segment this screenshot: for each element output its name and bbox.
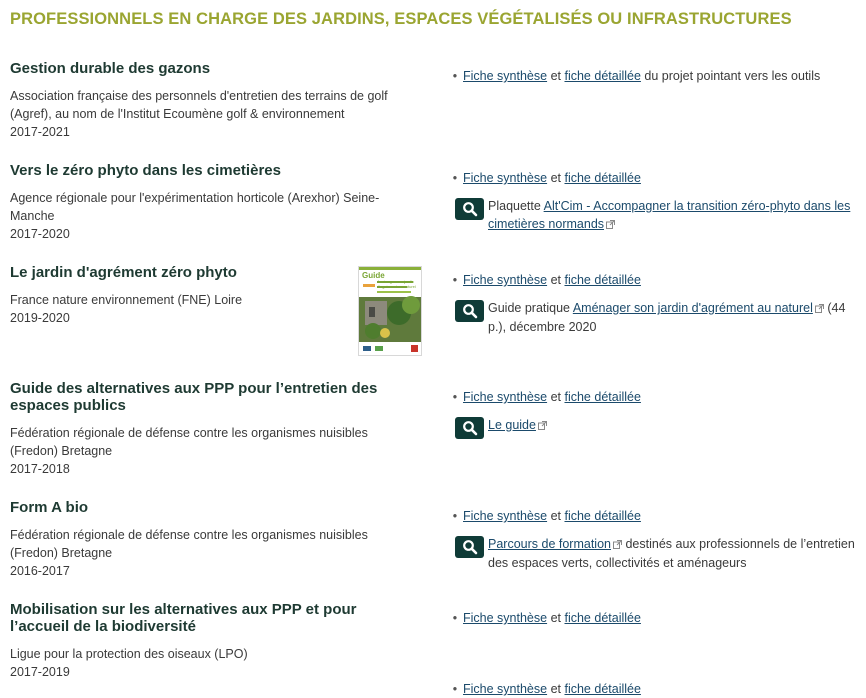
fiche-synthese-link[interactable]: Fiche synthèse xyxy=(463,390,547,404)
fiche-suffix-text: du projet pointant vers les outils xyxy=(644,69,821,83)
external-link-icon xyxy=(814,300,824,318)
project-title: Le jardin d'agrément zéro phyto xyxy=(10,264,237,281)
and-text: et xyxy=(550,611,561,625)
resource-link[interactable]: Aménager son jardin d'agrément au nature… xyxy=(573,301,813,315)
fiche-synthese-link[interactable]: Fiche synthèse xyxy=(463,171,547,185)
external-link-icon xyxy=(537,417,547,435)
bullet-icon: • xyxy=(452,171,458,185)
fiche-detaillee-link[interactable]: fiche détaillée xyxy=(564,390,640,404)
bullet-icon: • xyxy=(452,273,458,287)
fiche-links: • Fiche synthèse et fiche détaillée xyxy=(447,609,857,627)
project-organization: Agence régionale pour l'expérimentation … xyxy=(10,191,380,223)
fiche-links: • Fiche synthèse et fiche détaillée xyxy=(447,271,857,289)
project-organization: France nature environnement (FNE) Loire xyxy=(10,293,243,307)
fiche-detaillee-link[interactable]: fiche détaillée xyxy=(564,611,640,625)
fiche-synthese-link[interactable]: Fiche synthèse xyxy=(463,69,547,83)
resource-item: Parcours de formation destinés aux profe… xyxy=(447,535,857,572)
project-title: Gestion durable des gazons xyxy=(10,60,211,77)
external-link-icon xyxy=(606,216,616,234)
project-organization: Ligue pour la protection des oiseaux (LP… xyxy=(10,647,248,661)
resource-link[interactable]: Le guide xyxy=(488,418,536,432)
fiche-links: • Fiche synthèse et fiche détaillée xyxy=(447,680,857,698)
thumbnail-subtitle: Aménager son jardin d'agrément au nature… xyxy=(377,279,416,289)
and-text: et xyxy=(550,171,561,185)
project-years: 2016-2017 xyxy=(10,564,70,578)
fiche-links: • Fiche synthèse et fiche détaillée xyxy=(447,507,857,525)
fiche-synthese-link[interactable]: Fiche synthèse xyxy=(463,682,547,696)
project-organization: Fédération régionale de défense contre l… xyxy=(10,426,368,458)
bullet-icon: • xyxy=(452,682,458,696)
project-years: 2017-2019 xyxy=(10,665,70,679)
resource-prefix: Guide pratique xyxy=(488,301,571,315)
resource-item: Le guide xyxy=(447,416,857,439)
fiche-synthese-link[interactable]: Fiche synthèse xyxy=(463,509,547,523)
project-years: 2017-2020 xyxy=(10,227,70,241)
resource-item: Guide pratique Aménager son jardin d'agr… xyxy=(447,299,857,336)
resource-prefix: Plaquette xyxy=(488,199,541,213)
section-title: PROFESSIONNELS EN CHARGE DES JARDINS, ES… xyxy=(10,10,792,28)
guide-thumbnail[interactable]: Guide Aménager son jardin d'agrément au … xyxy=(358,266,422,356)
fiche-links: • Fiche synthèse et fiche détaillée du pr… xyxy=(447,67,857,85)
bullet-icon: • xyxy=(452,509,458,523)
search-icon xyxy=(455,198,484,220)
project-title: Form A bio xyxy=(10,499,89,516)
and-text: et xyxy=(550,509,561,523)
project-years: 2019-2020 xyxy=(10,311,70,325)
fiche-detaillee-link[interactable]: fiche détaillée xyxy=(564,273,640,287)
fiche-synthese-link[interactable]: Fiche synthèse xyxy=(463,611,547,625)
fiche-synthese-link[interactable]: Fiche synthèse xyxy=(463,273,547,287)
fiche-links: • Fiche synthèse et fiche détaillée xyxy=(447,169,857,187)
fiche-detaillee-link[interactable]: fiche détaillée xyxy=(564,69,640,83)
bullet-icon: • xyxy=(452,390,458,404)
project-years: 2017-2021 xyxy=(10,125,70,139)
resource-link[interactable]: Parcours de formation xyxy=(488,537,611,551)
project-organization: Association française des personnels d'e… xyxy=(10,89,388,121)
fiche-links: • Fiche synthèse et fiche détaillée xyxy=(447,388,857,406)
search-icon xyxy=(455,417,484,439)
and-text: et xyxy=(550,273,561,287)
project-title: Vers le zéro phyto dans les cimetières xyxy=(10,162,281,179)
fiche-detaillee-link[interactable]: fiche détaillée xyxy=(564,682,640,696)
search-icon xyxy=(455,300,484,322)
and-text: et xyxy=(550,682,561,696)
fiche-detaillee-link[interactable]: fiche détaillée xyxy=(564,171,640,185)
search-icon xyxy=(455,536,484,558)
resource-link[interactable]: Alt'Cim - Accompagner la transition zéro… xyxy=(488,199,850,231)
project-title: Mobilisation sur les alternatives aux PP… xyxy=(10,601,357,635)
project-organization: Fédération régionale de défense contre l… xyxy=(10,528,368,560)
project-title: Guide des alternatives aux PPP pour l’en… xyxy=(10,380,378,414)
external-link-icon xyxy=(612,536,622,554)
and-text: et xyxy=(550,390,561,404)
and-text: et xyxy=(550,69,561,83)
project-years: 2017-2018 xyxy=(10,462,70,476)
fiche-detaillee-link[interactable]: fiche détaillée xyxy=(564,509,640,523)
resource-item: Plaquette Alt'Cim - Accompagner la trans… xyxy=(447,197,857,234)
bullet-icon: • xyxy=(452,611,458,625)
bullet-icon: • xyxy=(452,69,458,83)
